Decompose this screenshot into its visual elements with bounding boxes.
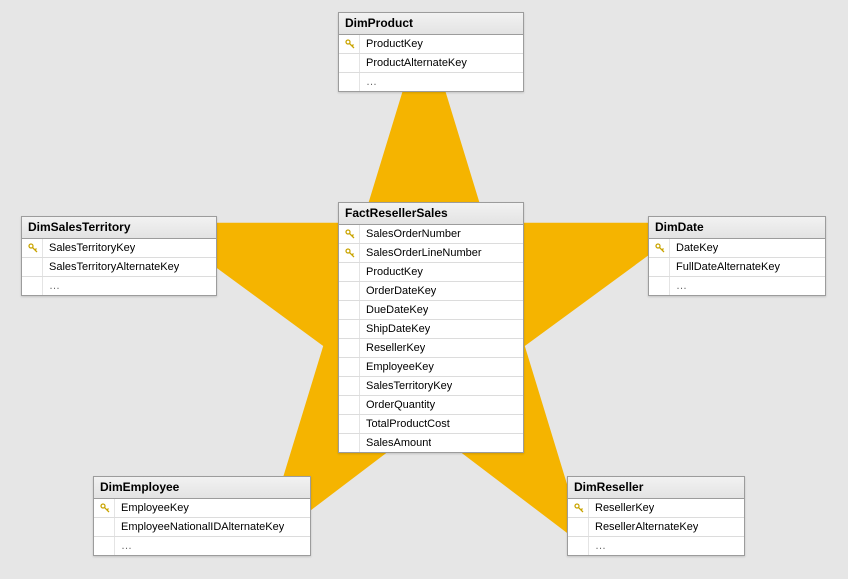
primary-key-icon bbox=[341, 35, 360, 53]
column-label: EmployeeKey bbox=[360, 361, 434, 373]
ellipsis-label: … bbox=[589, 540, 606, 552]
table-dimemployee[interactable]: DimEmployee EmployeeKey EmployeeNational… bbox=[93, 476, 311, 556]
column-label: ResellerKey bbox=[589, 502, 654, 514]
column-row[interactable]: ResellerKey bbox=[339, 339, 523, 358]
primary-key-icon bbox=[651, 239, 670, 257]
column-row[interactable]: TotalProductCost bbox=[339, 415, 523, 434]
table-dimreseller[interactable]: DimReseller ResellerKey ResellerAlternat… bbox=[567, 476, 745, 556]
column-label: ResellerAlternateKey bbox=[589, 521, 698, 533]
column-label: ShipDateKey bbox=[360, 323, 430, 335]
column-icon-empty bbox=[341, 263, 360, 281]
column-label: DueDateKey bbox=[360, 304, 428, 316]
column-row[interactable]: EmployeeKey bbox=[94, 499, 310, 518]
more-row[interactable]: … bbox=[22, 277, 216, 295]
column-label: SalesOrderNumber bbox=[360, 228, 461, 240]
column-row[interactable]: EmployeeKey bbox=[339, 358, 523, 377]
column-row[interactable]: ResellerKey bbox=[568, 499, 744, 518]
column-label: SalesTerritoryKey bbox=[360, 380, 452, 392]
column-row[interactable]: SalesTerritoryKey bbox=[22, 239, 216, 258]
column-label: SalesTerritoryAlternateKey bbox=[43, 261, 179, 273]
column-row[interactable]: ProductKey bbox=[339, 35, 523, 54]
column-row[interactable]: SalesTerritoryAlternateKey bbox=[22, 258, 216, 277]
column-icon-empty bbox=[341, 282, 360, 300]
column-icon-empty bbox=[341, 396, 360, 414]
ellipsis-label: … bbox=[115, 540, 132, 552]
column-label: TotalProductCost bbox=[360, 418, 450, 430]
ellipsis-label: … bbox=[670, 280, 687, 292]
column-row[interactable]: ResellerAlternateKey bbox=[568, 518, 744, 537]
column-label: EmployeeNationalIDAlternateKey bbox=[115, 521, 284, 533]
column-icon-empty bbox=[341, 377, 360, 395]
column-icon-empty bbox=[341, 73, 360, 91]
table-factresellersales[interactable]: FactResellerSales SalesOrderNumber Sales… bbox=[338, 202, 524, 453]
column-icon-empty bbox=[24, 258, 43, 276]
table-title: FactResellerSales bbox=[339, 203, 523, 225]
column-label: OrderQuantity bbox=[360, 399, 435, 411]
primary-key-icon bbox=[24, 239, 43, 257]
column-icon-empty bbox=[341, 339, 360, 357]
primary-key-icon bbox=[570, 499, 589, 517]
table-title: DimReseller bbox=[568, 477, 744, 499]
primary-key-icon bbox=[96, 499, 115, 517]
more-row[interactable]: … bbox=[339, 73, 523, 91]
column-label: SalesOrderLineNumber bbox=[360, 247, 482, 259]
column-row[interactable]: SalesTerritoryKey bbox=[339, 377, 523, 396]
column-row[interactable]: SalesOrderLineNumber bbox=[339, 244, 523, 263]
column-row[interactable]: DueDateKey bbox=[339, 301, 523, 320]
column-icon-empty bbox=[24, 277, 43, 295]
table-title: DimEmployee bbox=[94, 477, 310, 499]
column-label: SalesTerritoryKey bbox=[43, 242, 135, 254]
table-dimproduct[interactable]: DimProduct ProductKey ProductAlternateKe… bbox=[338, 12, 524, 92]
column-row[interactable]: ProductAlternateKey bbox=[339, 54, 523, 73]
column-label: EmployeeKey bbox=[115, 502, 189, 514]
column-icon-empty bbox=[341, 54, 360, 72]
more-row[interactable]: … bbox=[649, 277, 825, 295]
column-row[interactable]: EmployeeNationalIDAlternateKey bbox=[94, 518, 310, 537]
column-label: FullDateAlternateKey bbox=[670, 261, 780, 273]
table-title: DimDate bbox=[649, 217, 825, 239]
column-row[interactable]: OrderDateKey bbox=[339, 282, 523, 301]
column-label: ProductKey bbox=[360, 38, 423, 50]
column-row[interactable]: FullDateAlternateKey bbox=[649, 258, 825, 277]
column-icon-empty bbox=[651, 258, 670, 276]
column-label: ProductKey bbox=[360, 266, 423, 278]
column-icon-empty bbox=[341, 301, 360, 319]
table-title: DimProduct bbox=[339, 13, 523, 35]
column-icon-empty bbox=[570, 518, 589, 536]
column-row[interactable]: SalesAmount bbox=[339, 434, 523, 452]
column-label: ProductAlternateKey bbox=[360, 57, 467, 69]
column-icon-empty bbox=[341, 320, 360, 338]
more-row[interactable]: … bbox=[94, 537, 310, 555]
column-icon-empty bbox=[341, 415, 360, 433]
table-dimsalesterritory[interactable]: DimSalesTerritory SalesTerritoryKey Sale… bbox=[21, 216, 217, 296]
column-label: ResellerKey bbox=[360, 342, 425, 354]
column-icon-empty bbox=[651, 277, 670, 295]
column-icon-empty bbox=[570, 537, 589, 555]
column-icon-empty bbox=[341, 434, 360, 452]
column-icon-empty bbox=[96, 537, 115, 555]
primary-key-icon bbox=[341, 244, 360, 262]
column-row[interactable]: SalesOrderNumber bbox=[339, 225, 523, 244]
column-label: SalesAmount bbox=[360, 437, 431, 449]
column-label: OrderDateKey bbox=[360, 285, 436, 297]
column-row[interactable]: DateKey bbox=[649, 239, 825, 258]
ellipsis-label: … bbox=[360, 76, 377, 88]
column-icon-empty bbox=[96, 518, 115, 536]
column-row[interactable]: ShipDateKey bbox=[339, 320, 523, 339]
column-row[interactable]: OrderQuantity bbox=[339, 396, 523, 415]
table-title: DimSalesTerritory bbox=[22, 217, 216, 239]
ellipsis-label: … bbox=[43, 280, 60, 292]
column-icon-empty bbox=[341, 358, 360, 376]
primary-key-icon bbox=[341, 225, 360, 243]
column-row[interactable]: ProductKey bbox=[339, 263, 523, 282]
table-dimdate[interactable]: DimDate DateKey FullDateAlternateKey … bbox=[648, 216, 826, 296]
column-label: DateKey bbox=[670, 242, 718, 254]
more-row[interactable]: … bbox=[568, 537, 744, 555]
